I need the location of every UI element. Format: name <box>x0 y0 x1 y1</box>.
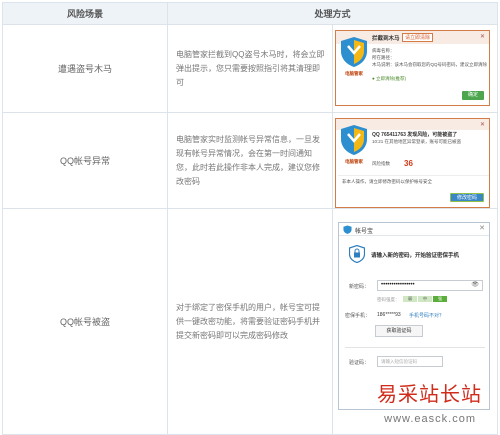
shield-icon <box>341 37 367 67</box>
window-heading: 请输入新的密码，开始验证密保手机 <box>371 253 460 259</box>
code-input[interactable]: 请输入短信验证码 <box>377 356 443 367</box>
desc-cell: 电脑管家实时监测帐号异常信息，一旦发现有帐号异常情况，会在第一时间通知您，此时若… <box>167 112 333 209</box>
strength-weak: 弱 <box>403 296 417 302</box>
get-code-button[interactable]: 获取验证码 <box>375 325 423 337</box>
new-password-field[interactable]: •••••••••••••••• 👁 <box>377 280 483 291</box>
brand-label: 电脑管家 <box>345 159 363 164</box>
close-icon[interactable]: ✕ <box>479 224 485 232</box>
popup-note: 非本人操作，请立即修改密码以保护帐号安全 <box>342 179 432 184</box>
popup-line: 10:21 在其他地区异常登录，账号可能已被盗 <box>372 139 462 144</box>
watermark-url: www.easck.com <box>384 413 476 425</box>
trojan-alert-popup: 拦截到木马 请立即清除 ✕ 电脑管家 病毒名称： 所在路径： 木马说明：该木马会… <box>335 30 490 106</box>
danger-value: 36 <box>404 159 413 168</box>
scene-cell: QQ帐号被盗 <box>2 208 168 435</box>
confirm-button[interactable]: 确定 <box>461 91 484 100</box>
popup-line: 木马说明：该木马会窃取您的QQ号码密码，建议立即清除 <box>372 62 487 67</box>
risk-label: 风险指数 <box>372 161 390 166</box>
shield-icon <box>343 225 352 234</box>
phone-value: 186*****93 <box>377 312 401 318</box>
code-label: 验证码： <box>349 360 370 366</box>
clean-option[interactable]: ● 立即清除(推荐) <box>372 76 406 82</box>
popup-title: 拦截到木马 <box>372 36 400 42</box>
watermark-logo: 易采站长站 <box>377 382 482 406</box>
eye-icon[interactable]: 👁 <box>471 281 479 288</box>
password-value: •••••••••••••••• <box>381 282 415 288</box>
phone-label: 密保手机： <box>345 313 371 319</box>
new-password-label: 新密码： <box>349 284 370 290</box>
divider <box>338 175 489 176</box>
strength-strong: 强 <box>433 296 447 302</box>
popup-tag: 请立即清除 <box>402 33 434 42</box>
scene-cell: QQ帐号异常 <box>2 112 168 209</box>
popup-line: 所在路径： <box>372 55 395 60</box>
window-title: 帐号宝 <box>355 229 374 235</box>
account-risk-popup: ✕ 电脑管家 QQ 765411763 发现风险，可能被盗了 10:21 在其他… <box>335 118 490 208</box>
brand-label: 电脑管家 <box>345 71 363 76</box>
shield-icon <box>341 125 367 155</box>
header-scene: 风险场景 <box>2 2 168 25</box>
close-icon[interactable]: ✕ <box>480 33 485 40</box>
window-header: 帐号宝 ✕ <box>339 223 489 236</box>
strength-label: 密码强度： <box>377 297 400 302</box>
phone-wrong-link[interactable]: 手机号码不对？ <box>409 312 444 319</box>
scene-cell: 遭遇盗号木马 <box>2 24 168 113</box>
desc-cell: 对于绑定了密保手机的用户，帐号宝可提供一键改密功能，将需要验证密码手机并提交新密… <box>167 208 333 435</box>
divider <box>345 347 485 348</box>
header-method: 处理方式 <box>167 2 498 25</box>
change-password-button[interactable]: 修改密码 <box>449 193 484 202</box>
code-placeholder: 请输入短信验证码 <box>381 359 417 364</box>
popup-title: QQ 765411763 发现风险，可能被盗了 <box>372 132 458 138</box>
desc-cell: 电脑管家拦截到QQ盗号木马时，将会立即弹出提示，您只需要按照指引将其清理即可 <box>167 24 333 113</box>
close-icon[interactable]: ✕ <box>480 121 485 128</box>
strength-medium: 中 <box>418 296 432 302</box>
lock-shield-icon <box>349 245 365 263</box>
popup-line: 病毒名称： <box>372 48 395 53</box>
